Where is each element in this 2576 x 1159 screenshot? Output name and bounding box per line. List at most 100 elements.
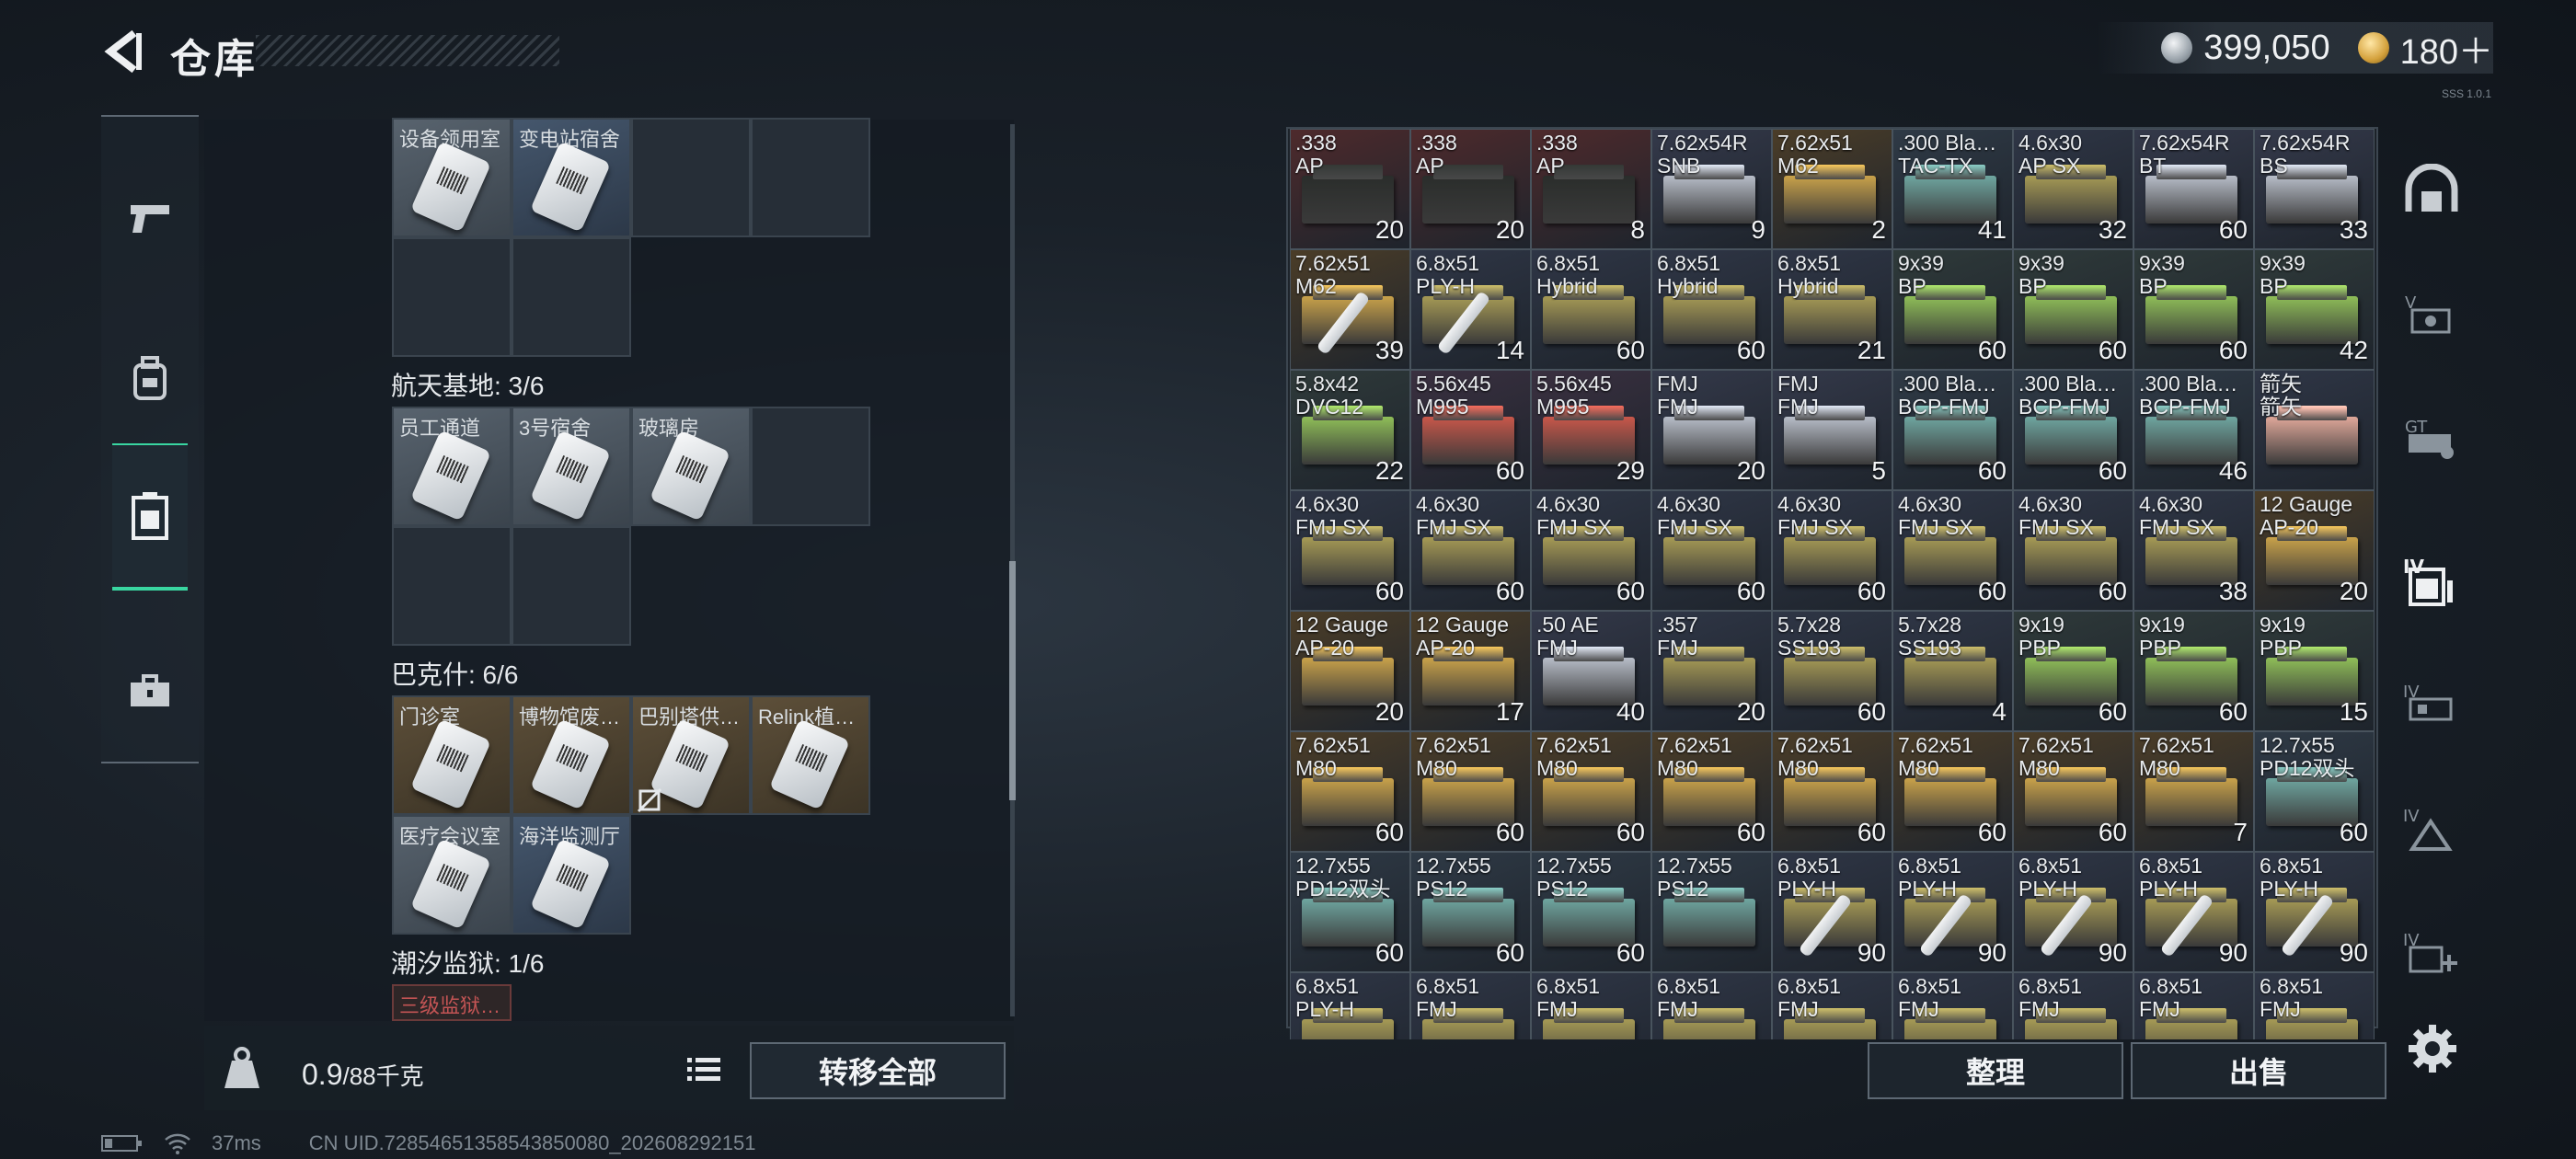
- stash-slot[interactable]: 9x19 PBP 60: [2013, 611, 2133, 731]
- stash-slot[interactable]: 12 Gauge AP-20 20: [2254, 490, 2375, 611]
- stash-slot[interactable]: 6.8x51 FMJ: [2133, 972, 2254, 1039]
- stash-slot[interactable]: 7.62x51 M80 60: [1531, 731, 1651, 852]
- stash-slot[interactable]: 9x19 PBP 15: [2254, 611, 2375, 731]
- container-slot[interactable]: 门诊室: [392, 695, 512, 815]
- container-tab[interactable]: [112, 443, 188, 591]
- stash-slot[interactable]: 4.6x30 FMJ SX 60: [1772, 490, 1892, 611]
- stash-slot[interactable]: 7.62x51 M80 60: [1651, 731, 1772, 852]
- empty-slot[interactable]: [392, 237, 512, 357]
- stash-slot[interactable]: 12.7x55 PD12双头 60: [1290, 852, 1410, 972]
- scrollbar-thumb[interactable]: [1009, 561, 1016, 800]
- equipment-tab[interactable]: [112, 328, 188, 430]
- stash-slot[interactable]: .300 Bla… TAC-TX 41: [1892, 129, 2013, 249]
- stash-slot[interactable]: 12.7x55 PS12 60: [1410, 852, 1531, 972]
- empty-slot[interactable]: [751, 407, 870, 526]
- stash-slot[interactable]: 9x39 BP 60: [2013, 249, 2133, 370]
- container-slot[interactable]: 玻璃房: [631, 407, 751, 526]
- stash-tab-shelter[interactable]: [2398, 156, 2466, 223]
- stash-tab-gt[interactable]: GT: [2398, 405, 2466, 471]
- stash-slot[interactable]: 6.8x51 FMJ: [2254, 972, 2375, 1039]
- container-slot[interactable]: 医疗会议室: [392, 815, 512, 935]
- stash-slot[interactable]: 7.62x54R BS 33: [2254, 129, 2375, 249]
- container-slot[interactable]: 员工通道: [392, 407, 512, 526]
- stash-tab-iv-add[interactable]: IV: [2398, 920, 2466, 986]
- stash-slot[interactable]: 6.8x51 FMJ: [1772, 972, 1892, 1039]
- stash-tab-iv-alt[interactable]: IV: [2398, 796, 2466, 862]
- stash-slot[interactable]: 6.8x51 Hybrid 60: [1651, 249, 1772, 370]
- stash-slot[interactable]: 12 Gauge AP-20 20: [1290, 611, 1410, 731]
- stash-slot[interactable]: 6.8x51 FMJ: [1892, 972, 2013, 1039]
- stash-slot[interactable]: 12.7x55 PS12: [1651, 852, 1772, 972]
- stash-slot[interactable]: 5.8x42 DVC12 22: [1290, 370, 1410, 490]
- stash-slot[interactable]: 6.8x51 FMJ: [1410, 972, 1531, 1039]
- stash-slot[interactable]: 6.8x51 PLY-H: [1290, 972, 1410, 1039]
- stash-slot[interactable]: 12.7x55 PD12双头 60: [2254, 731, 2375, 852]
- stash-slot[interactable]: 4.6x30 FMJ SX 60: [1651, 490, 1772, 611]
- stash-slot[interactable]: 6.8x51 PLY-H 90: [1892, 852, 2013, 972]
- stash-slot[interactable]: 7.62x51 M80 60: [1410, 731, 1531, 852]
- weapon-tab[interactable]: [112, 167, 188, 269]
- stash-tab-iv[interactable]: IV: [2398, 671, 2466, 738]
- stash-slot[interactable]: .300 Bla… BCP-FMJ 46: [2133, 370, 2254, 490]
- stash-slot[interactable]: 9x39 BP 42: [2254, 249, 2375, 370]
- stash-slot[interactable]: 7.62x51 M62 2: [1772, 129, 1892, 249]
- back-arrow-icon[interactable]: [99, 28, 147, 75]
- sell-button[interactable]: 出售: [2131, 1042, 2386, 1099]
- container-slot[interactable]: 海洋监测厅: [512, 815, 631, 935]
- stash-slot[interactable]: 5.56x45 M995 29: [1531, 370, 1651, 490]
- stash-slot[interactable]: 6.8x51 Hybrid 60: [1531, 249, 1651, 370]
- list-view-button[interactable]: [681, 1047, 727, 1093]
- stash-slot[interactable]: 6.8x51 PLY-H 90: [1772, 852, 1892, 972]
- stash-slot[interactable]: .50 AE FMJ 40: [1531, 611, 1651, 731]
- container-slot[interactable]: 巴别塔供…: [631, 695, 751, 815]
- stash-slot[interactable]: .338 AP 20: [1410, 129, 1531, 249]
- stash-slot[interactable]: 7.62x54R BT 60: [2133, 129, 2254, 249]
- stash-slot[interactable]: 7.62x51 M80 60: [1772, 731, 1892, 852]
- stash-slot[interactable]: 7.62x51 M80 60: [2013, 731, 2133, 852]
- container-slot[interactable]: 设备领用室: [392, 118, 512, 237]
- gold-amount[interactable]: 180＋: [2400, 23, 2493, 74]
- stash-slot[interactable]: 4.6x30 FMJ SX 60: [1290, 490, 1410, 611]
- empty-slot[interactable]: [512, 526, 631, 646]
- stash-slot[interactable]: 4.6x30 FMJ SX 60: [1892, 490, 2013, 611]
- stash-slot[interactable]: 6.8x51 PLY-H 90: [2133, 852, 2254, 972]
- stash-slot[interactable]: 9x39 BP 60: [1892, 249, 2013, 370]
- stash-slot[interactable]: .357 FMJ 20: [1651, 611, 1772, 731]
- stash-slot[interactable]: 箭矢 箭矢: [2254, 370, 2375, 490]
- stash-slot[interactable]: FMJ FMJ 5: [1772, 370, 1892, 490]
- stash-slot[interactable]: 4.6x30 FMJ SX 60: [1410, 490, 1531, 611]
- stash-slot[interactable]: 7.62x51 M80 60: [1892, 731, 2013, 852]
- container-slot[interactable]: Relink植…: [751, 695, 870, 815]
- stash-tab-iv-active[interactable]: IV: [2398, 547, 2466, 614]
- sort-button[interactable]: 整理: [1868, 1042, 2123, 1099]
- stash-slot[interactable]: 6.8x51 PLY-H 90: [2013, 852, 2133, 972]
- stash-slot[interactable]: 6.8x51 PLY-H 90: [2254, 852, 2375, 972]
- empty-slot[interactable]: [392, 526, 512, 646]
- stash-slot[interactable]: .300 Bla… BCP-FMJ 60: [1892, 370, 2013, 490]
- stash-slot[interactable]: 12 Gauge AP-20 17: [1410, 611, 1531, 731]
- toolbox-tab[interactable]: [112, 641, 188, 742]
- stash-slot[interactable]: 5.7x28 SS193 60: [1772, 611, 1892, 731]
- stash-slot[interactable]: 7.62x51 M80 60: [1290, 731, 1410, 852]
- stash-slot[interactable]: .300 Bla… BCP-FMJ 60: [2013, 370, 2133, 490]
- stash-slot[interactable]: 6.8x51 FMJ: [2013, 972, 2133, 1039]
- stash-slot[interactable]: .338 AP 20: [1290, 129, 1410, 249]
- container-slot[interactable]: 博物馆废…: [512, 695, 631, 815]
- stash-slot[interactable]: 6.8x51 FMJ: [1651, 972, 1772, 1039]
- stash-slot[interactable]: 4.6x30 FMJ SX 60: [1531, 490, 1651, 611]
- stash-slot[interactable]: .338 AP 8: [1531, 129, 1651, 249]
- container-slot[interactable]: 三级监狱…: [392, 984, 512, 1021]
- stash-slot[interactable]: FMJ FMJ 20: [1651, 370, 1772, 490]
- empty-slot[interactable]: [512, 237, 631, 357]
- stash-tab-v[interactable]: V: [2398, 281, 2466, 347]
- stash-slot[interactable]: 5.56x45 M995 60: [1410, 370, 1531, 490]
- empty-slot[interactable]: [751, 118, 870, 237]
- transfer-all-button[interactable]: 转移全部: [750, 1042, 1006, 1099]
- stash-slot[interactable]: 12.7x55 PS12 60: [1531, 852, 1651, 972]
- container-slot[interactable]: 3号宿舍: [512, 407, 631, 526]
- stash-slot[interactable]: 6.8x51 Hybrid 21: [1772, 249, 1892, 370]
- stash-slot[interactable]: 7.62x51 M80 7: [2133, 731, 2254, 852]
- stash-slot[interactable]: 7.62x51 M62 39: [1290, 249, 1410, 370]
- stash-slot[interactable]: 9x19 PBP 60: [2133, 611, 2254, 731]
- stash-slot[interactable]: 4.6x30 AP SX 32: [2013, 129, 2133, 249]
